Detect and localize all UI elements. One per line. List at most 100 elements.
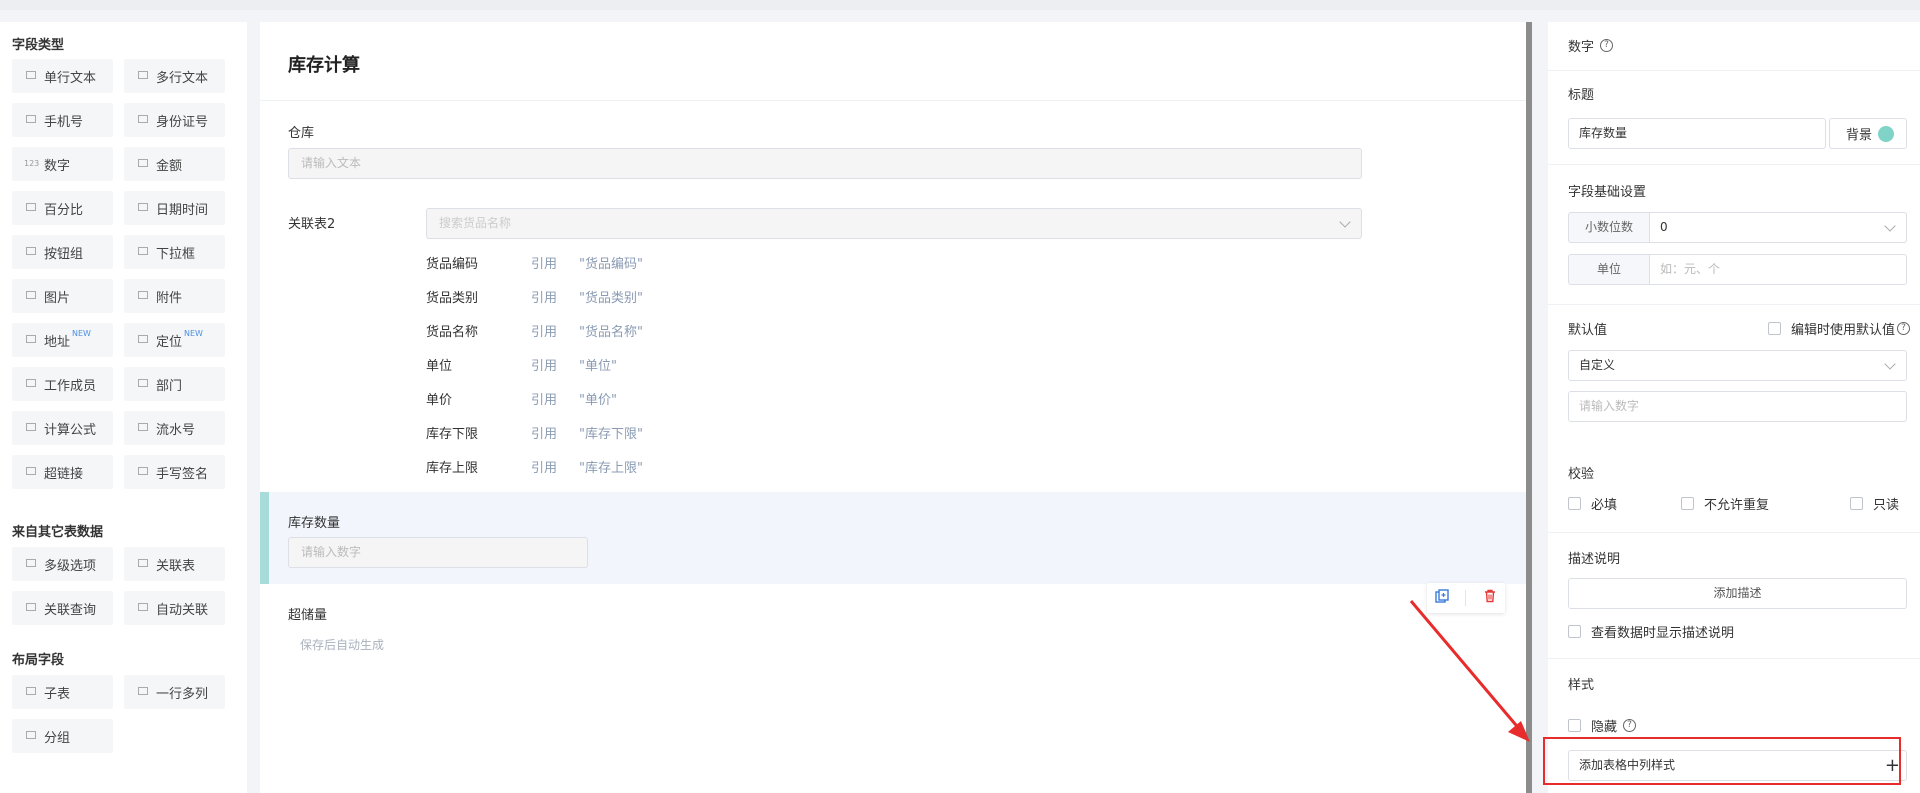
palette-item-link[interactable]: 超链接 <box>12 455 113 489</box>
help-icon[interactable]: ? <box>1623 719 1637 732</box>
unit-input[interactable]: 如：元、个 <box>1649 254 1907 285</box>
palette-item-columns[interactable]: 一行多列 <box>124 675 225 709</box>
reference-row: 货品编码 引用 "货品编码" <box>426 253 643 273</box>
palette-item-label: 关联查询 <box>44 602 97 618</box>
reference-row: 货品类别 引用 "货品类别" <box>426 287 643 307</box>
palette-item-group[interactable]: 分组 <box>12 719 113 753</box>
palette-item-subtable[interactable]: 子表 <box>12 675 113 709</box>
columns-icon <box>136 685 150 699</box>
section-layout-fields: 布局字段 <box>12 653 65 668</box>
default-mode-select[interactable]: 自定义 <box>1568 350 1907 381</box>
palette-item-signature[interactable]: 手写签名 <box>124 455 225 489</box>
palette-item-label: 地址 <box>44 334 71 350</box>
divider <box>1548 658 1920 659</box>
stock-qty-label: 库存数量 <box>288 516 341 531</box>
title-input[interactable]: 库存数量 <box>1568 118 1826 149</box>
readonly-checkbox[interactable]: 只读 <box>1850 494 1899 513</box>
field-type-heading: 数字 ? <box>1568 36 1614 55</box>
palette-item-attachment[interactable]: 附件 <box>124 279 225 313</box>
palette-item-number[interactable]: 123 数字 <box>12 147 113 181</box>
palette-item-auto-link[interactable]: 自动关联 <box>124 591 225 625</box>
palette-item-label: 流水号 <box>156 422 196 438</box>
palette-item-cascade[interactable]: 多级选项 <box>12 547 113 581</box>
address-icon <box>24 333 38 347</box>
relation-label: 关联表2 <box>288 217 336 232</box>
palette-item-label: 关联表 <box>156 558 196 574</box>
id-card-icon <box>136 113 150 127</box>
field-type-title: 数字 <box>1568 40 1595 55</box>
palette-item-label: 多行文本 <box>156 70 209 86</box>
palette-item-label: 手写签名 <box>156 466 209 482</box>
palette-item-id-card[interactable]: 身份证号 <box>124 103 225 137</box>
new-badge: NEW <box>184 328 203 338</box>
palette-item-single-line[interactable]: 单行文本 <box>12 59 113 93</box>
dropdown-icon <box>136 245 150 259</box>
palette-item-phone[interactable]: 手机号 <box>12 103 113 137</box>
stock-qty-input[interactable]: 请输入数字 <box>288 537 588 568</box>
warehouse-input[interactable]: 请输入文本 <box>288 148 1362 179</box>
help-icon[interactable]: ? <box>1600 39 1614 52</box>
reference-row: 单位 引用 "单位" <box>426 355 617 375</box>
radio-icon <box>24 245 38 259</box>
cascade-icon <box>24 557 38 571</box>
palette-item-label: 子表 <box>44 686 71 702</box>
palette-item-label: 多级选项 <box>44 558 97 574</box>
delete-icon[interactable] <box>1483 589 1497 607</box>
use-default-on-edit-checkbox[interactable]: 编辑时使用默认值 ? <box>1768 319 1911 338</box>
multi-line-icon <box>136 69 150 83</box>
decimals-select[interactable]: 0 <box>1649 212 1907 243</box>
palette-item-label: 手机号 <box>44 114 84 130</box>
palette-item-radio[interactable]: 按钮组 <box>12 235 113 269</box>
background-button[interactable]: 背景 <box>1829 118 1907 149</box>
show-description-checkbox[interactable]: 查看数据时显示描述说明 <box>1568 622 1734 641</box>
palette-item-label: 身份证号 <box>156 114 209 130</box>
palette-item-relation[interactable]: 关联表 <box>124 547 225 581</box>
warehouse-label: 仓库 <box>288 126 315 141</box>
add-description-button[interactable]: 添加描述 <box>1568 578 1907 609</box>
palette-item-member[interactable]: 工作成员 <box>12 367 113 401</box>
ref-keyword: 引用 <box>531 461 558 476</box>
palette-item-label: 一行多列 <box>156 686 209 702</box>
query-icon <box>24 601 38 615</box>
help-icon[interactable]: ? <box>1897 322 1911 335</box>
palette-item-money[interactable]: 金额 <box>124 147 225 181</box>
palette-item-serial[interactable]: 流水号 <box>124 411 225 445</box>
ops-divider <box>1465 590 1467 606</box>
palette-item-percent[interactable]: 百分比 <box>12 191 113 225</box>
palette-item-dropdown[interactable]: 下拉框 <box>124 235 225 269</box>
canvas-scrollbar[interactable] <box>1526 22 1532 793</box>
annotation-highlight-box <box>1543 737 1901 785</box>
palette-item-location[interactable]: 定位 NEW <box>124 323 225 357</box>
checkbox-box <box>1568 625 1581 638</box>
divider <box>1548 164 1920 165</box>
copy-icon[interactable] <box>1435 589 1449 607</box>
field-ops-toolbar <box>1427 583 1505 613</box>
relation-select[interactable]: 搜索货品名称 <box>426 208 1362 239</box>
reference-row: 库存下限 引用 "库存下限" <box>426 423 643 443</box>
palette-item-calendar[interactable]: 日期时间 <box>124 191 225 225</box>
percent-icon <box>24 201 38 215</box>
palette-item-address[interactable]: 地址 NEW <box>12 323 113 357</box>
no-duplicate-checkbox[interactable]: 不允许重复 <box>1681 494 1769 513</box>
signature-icon <box>136 465 150 479</box>
member-icon <box>24 377 38 391</box>
palette-item-multi-line[interactable]: 多行文本 <box>124 59 225 93</box>
palette-item-image[interactable]: 图片 <box>12 279 113 313</box>
ref-source: "货品类别" <box>579 291 643 306</box>
hidden-checkbox[interactable]: 隐藏 ? <box>1568 716 1637 735</box>
palette-item-formula[interactable]: 计算公式 <box>12 411 113 445</box>
palette-item-label: 部门 <box>156 378 183 394</box>
ref-keyword: 引用 <box>531 393 558 408</box>
required-checkbox[interactable]: 必填 <box>1568 494 1617 513</box>
selected-field-stock-qty[interactable]: 库存数量 请输入数字 <box>260 492 1526 584</box>
divider <box>1548 304 1920 305</box>
palette-item-query[interactable]: 关联查询 <box>12 591 113 625</box>
palette-item-department[interactable]: 部门 <box>124 367 225 401</box>
default-value-input[interactable]: 请输入数字 <box>1568 391 1907 422</box>
number-icon: 123 <box>24 159 40 168</box>
ref-keyword: 引用 <box>531 257 558 272</box>
no-duplicate-label: 不允许重复 <box>1704 498 1770 513</box>
ref-field-name: 库存上限 <box>426 461 479 476</box>
palette-item-label: 日期时间 <box>156 202 209 218</box>
divider <box>1548 532 1920 533</box>
